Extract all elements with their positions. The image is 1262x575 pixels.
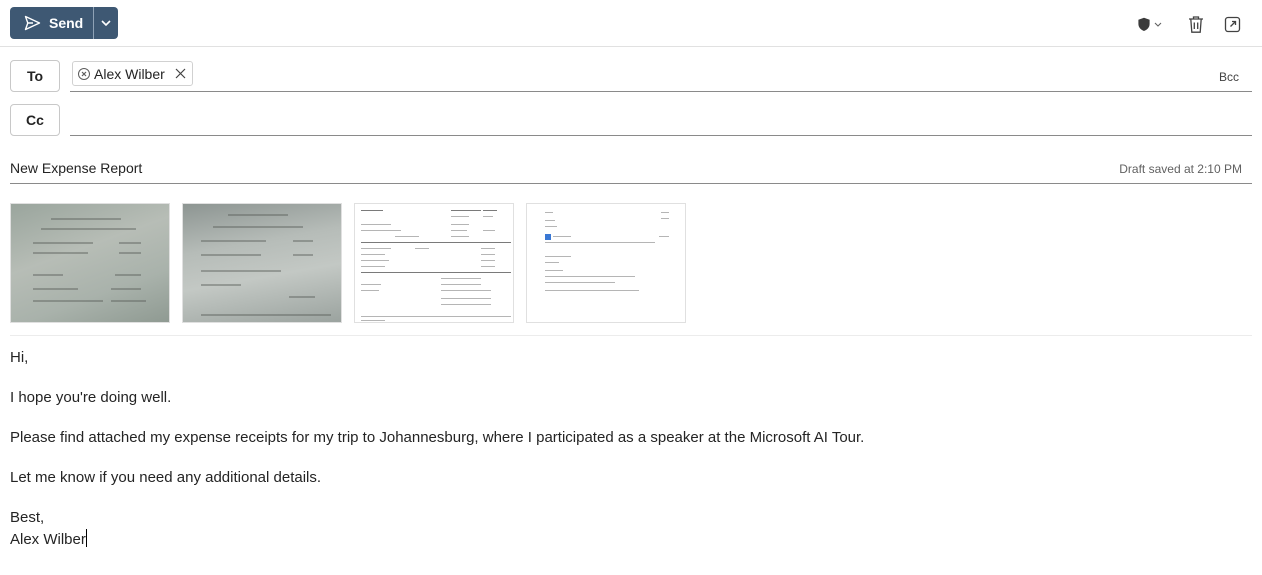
cc-field[interactable] [70,135,1252,136]
to-button[interactable]: To [10,60,60,92]
pop-out-icon [1224,16,1240,32]
chevron-down-icon [101,20,111,26]
subject-input[interactable]: New Expense Report [10,160,142,176]
text-cursor [85,529,87,547]
body-paragraph: Let me know if you need any additional d… [10,469,322,486]
sensitivity-button[interactable] [1134,12,1164,36]
shield-icon [1137,17,1150,31]
toolbar-actions [1134,12,1244,36]
send-button-group: Send [10,7,118,39]
cc-button[interactable]: Cc [10,104,60,136]
body-greeting: Hi, [10,349,29,366]
body-paragraph: I hope you're doing well. [10,389,172,406]
attachment-thumbnail[interactable] [354,203,514,323]
to-field[interactable] [70,91,1252,92]
attachment-thumbnail[interactable] [526,203,686,323]
attachment-thumbnail[interactable] [182,203,342,323]
compose-toolbar: Send [0,0,1262,47]
close-icon [175,68,186,79]
send-button[interactable]: Send [10,7,93,39]
attachment-thumbnail[interactable] [10,203,170,323]
presence-offline-icon [78,67,90,80]
send-icon [24,15,41,31]
body-paragraph: Please find attached my expense receipts… [10,429,865,446]
attachments-divider [10,335,1252,336]
send-label: Send [49,15,84,31]
subject-underline [10,183,1252,184]
body-closing: Best, [10,509,45,526]
pop-out-button[interactable] [1220,12,1244,36]
bcc-button[interactable]: Bcc [1219,70,1239,84]
recipient-chip[interactable]: Alex Wilber [72,61,193,86]
send-options-button[interactable] [94,7,118,39]
recipient-name: Alex Wilber [94,65,165,82]
remove-recipient-button[interactable] [175,68,186,79]
chevron-down-icon [1154,22,1161,27]
draft-status: Draft saved at 2:10 PM [1119,162,1242,176]
trash-icon [1189,15,1203,33]
discard-button[interactable] [1184,12,1208,36]
body-signature: Alex Wilber [10,531,86,548]
body-signature-line[interactable]: Alex Wilber [10,529,87,548]
